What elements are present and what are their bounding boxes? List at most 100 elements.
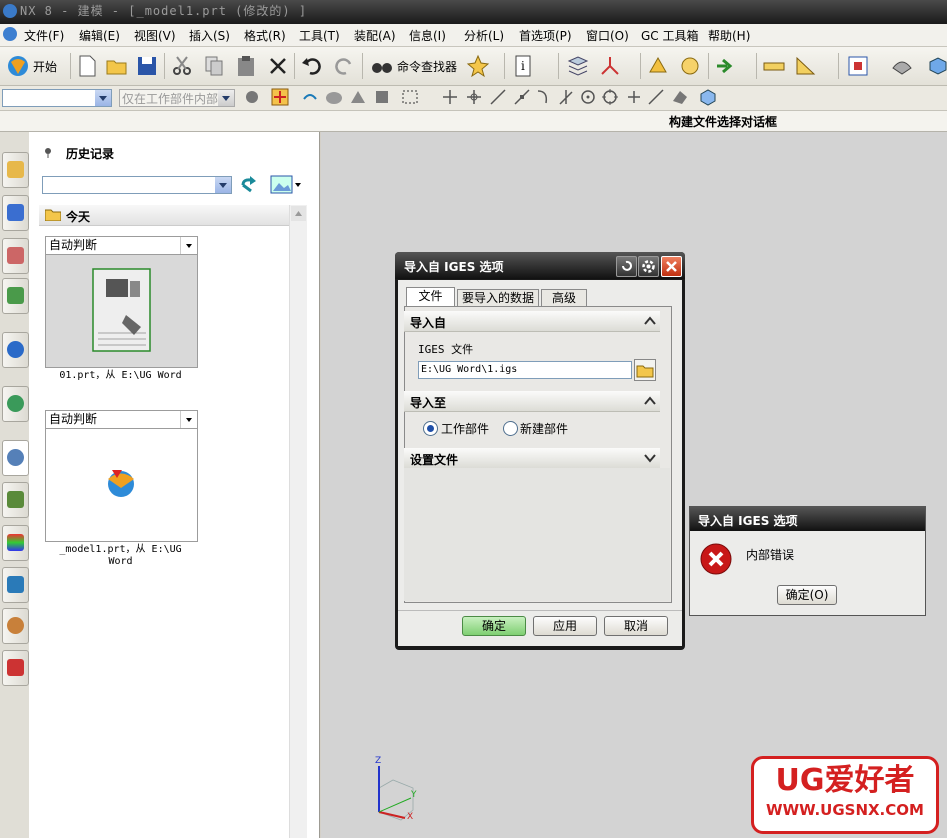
- manufacturing-wizard-tab[interactable]: [2, 525, 29, 561]
- menu-edit[interactable]: 编辑(E): [79, 27, 120, 44]
- roles-tab[interactable]: [2, 567, 29, 603]
- history-item-card[interactable]: 自动判断: [45, 236, 198, 368]
- arrow-select-icon[interactable]: [300, 87, 320, 107]
- snap-point-on-curve-icon[interactable]: [646, 87, 666, 107]
- refresh-history-icon[interactable]: [239, 175, 261, 195]
- snap-mid-point-icon[interactable]: [464, 87, 484, 107]
- new-part-label[interactable]: 新建部件: [520, 420, 568, 437]
- part-navigator-tab[interactable]: [2, 238, 29, 274]
- cancel-button[interactable]: 取消: [604, 616, 668, 636]
- group-import-from-header[interactable]: 导入自: [404, 311, 660, 332]
- iges-file-input[interactable]: E:\UG Word\1.igs: [418, 361, 632, 379]
- menu-preferences[interactable]: 首选项(P): [519, 27, 572, 44]
- render-style-icon[interactable]: [890, 54, 914, 78]
- snap-quadrant-icon[interactable]: [600, 87, 620, 107]
- binoculars-icon[interactable]: [370, 54, 394, 78]
- start-icon[interactable]: [6, 54, 30, 78]
- redo-icon[interactable]: [332, 54, 356, 78]
- history-search-dropdown[interactable]: [42, 176, 232, 194]
- snap-line-icon[interactable]: [488, 87, 508, 107]
- measure-distance-icon[interactable]: [762, 54, 786, 78]
- work-part-label[interactable]: 工作部件: [441, 420, 489, 437]
- tab-data-to-import[interactable]: 要导入的数据: [457, 289, 539, 307]
- tab-file[interactable]: 文件: [406, 287, 455, 307]
- group-header-today[interactable]: 今天: [39, 205, 289, 226]
- feature-select-icon[interactable]: [348, 87, 368, 107]
- new-file-icon[interactable]: [75, 54, 99, 78]
- wcs-icon[interactable]: [598, 54, 622, 78]
- menu-format[interactable]: 格式(R): [244, 27, 286, 44]
- show-hide-icon[interactable]: [678, 54, 702, 78]
- nx-menu-icon[interactable]: [3, 27, 17, 41]
- touch-mode-icon[interactable]: [466, 54, 490, 78]
- selection-scope-dropdown[interactable]: 仅在工作部件内部: [119, 89, 235, 107]
- menu-assembly[interactable]: 装配(A): [354, 27, 396, 44]
- layer-settings-icon[interactable]: [566, 54, 590, 78]
- process-studio-tab[interactable]: [2, 482, 29, 518]
- snap-existing-point-icon[interactable]: [624, 87, 644, 107]
- reset-icon[interactable]: [616, 256, 637, 277]
- snap-point-icon[interactable]: [270, 87, 290, 107]
- undo-icon[interactable]: [300, 54, 324, 78]
- select-filter-icon[interactable]: [242, 87, 262, 107]
- hd3d-tools-tab[interactable]: [2, 332, 29, 368]
- info-icon[interactable]: i: [512, 54, 536, 78]
- measure-angle-icon[interactable]: [794, 54, 818, 78]
- error-ok-button[interactable]: 确定(O): [777, 585, 837, 605]
- settings-gear-icon[interactable]: [638, 256, 659, 277]
- constraint-navigator-tab[interactable]: [2, 195, 29, 231]
- menu-file[interactable]: 文件(F): [24, 27, 64, 44]
- tab-advanced[interactable]: 高级: [541, 289, 587, 307]
- cut-icon[interactable]: [170, 54, 194, 78]
- menu-analysis[interactable]: 分析(L): [464, 27, 504, 44]
- pin-icon[interactable]: [42, 146, 54, 158]
- menu-insert[interactable]: 插入(S): [189, 27, 230, 44]
- snap-end-point-icon[interactable]: [440, 87, 460, 107]
- menu-window[interactable]: 窗口(O): [586, 27, 629, 44]
- web-browser-tab[interactable]: [2, 386, 29, 422]
- snap-arc-center-icon[interactable]: [578, 87, 598, 107]
- paste-icon[interactable]: [234, 54, 258, 78]
- edit-object-display-icon[interactable]: [646, 54, 670, 78]
- menu-gc-toolbox[interactable]: GC 工具箱: [641, 27, 699, 44]
- history-tab[interactable]: [2, 440, 29, 476]
- history-item-mode-dropdown[interactable]: 自动判断: [46, 237, 197, 255]
- menu-tools[interactable]: 工具(T): [299, 27, 340, 44]
- menu-view[interactable]: 视图(V): [134, 27, 176, 44]
- component-select-icon[interactable]: [372, 87, 392, 107]
- work-part-radio[interactable]: [423, 421, 438, 436]
- assembly-navigator-tab[interactable]: [2, 152, 29, 188]
- snap-curve-icon[interactable]: [534, 87, 554, 107]
- snap-intersection-icon[interactable]: [556, 87, 576, 107]
- apply-button[interactable]: 应用: [533, 616, 597, 636]
- body-select-icon[interactable]: [324, 87, 344, 107]
- palettes-tab[interactable]: [2, 650, 29, 686]
- snap-point-on-face-icon[interactable]: [670, 87, 690, 107]
- system-scenes-tab[interactable]: [2, 608, 29, 644]
- ok-button[interactable]: 确定: [462, 616, 526, 636]
- type-filter-dropdown[interactable]: [2, 89, 112, 107]
- history-item-mode-dropdown[interactable]: 自动判断: [46, 411, 197, 429]
- move-object-icon[interactable]: [714, 54, 738, 78]
- new-part-radio[interactable]: [503, 421, 518, 436]
- command-finder-button[interactable]: 命令查找器: [397, 58, 457, 75]
- menu-help[interactable]: 帮助(H): [708, 27, 750, 44]
- orient-view-icon[interactable]: [926, 54, 947, 78]
- reuse-library-tab[interactable]: [2, 278, 29, 314]
- open-folder-icon[interactable]: [105, 54, 129, 78]
- delete-icon[interactable]: [266, 54, 290, 78]
- browse-folder-icon[interactable]: [634, 359, 656, 381]
- group-import-to-header[interactable]: 导入至: [404, 391, 660, 412]
- scroll-up-icon[interactable]: [291, 206, 306, 221]
- start-button[interactable]: 开始: [33, 58, 57, 75]
- snap-control-point-icon[interactable]: [512, 87, 532, 107]
- rectangle-select-icon[interactable]: [400, 87, 420, 107]
- history-scrollbar[interactable]: [289, 205, 307, 838]
- copy-icon[interactable]: [202, 54, 226, 78]
- group-settings-file-header[interactable]: 设置文件: [404, 448, 660, 469]
- close-icon[interactable]: [661, 256, 682, 277]
- expand-down-icon[interactable]: [644, 452, 656, 464]
- history-item-card[interactable]: 自动判断: [45, 410, 198, 542]
- view-mode-icon[interactable]: [270, 175, 302, 195]
- snap-bounded-grid-icon[interactable]: [698, 87, 718, 107]
